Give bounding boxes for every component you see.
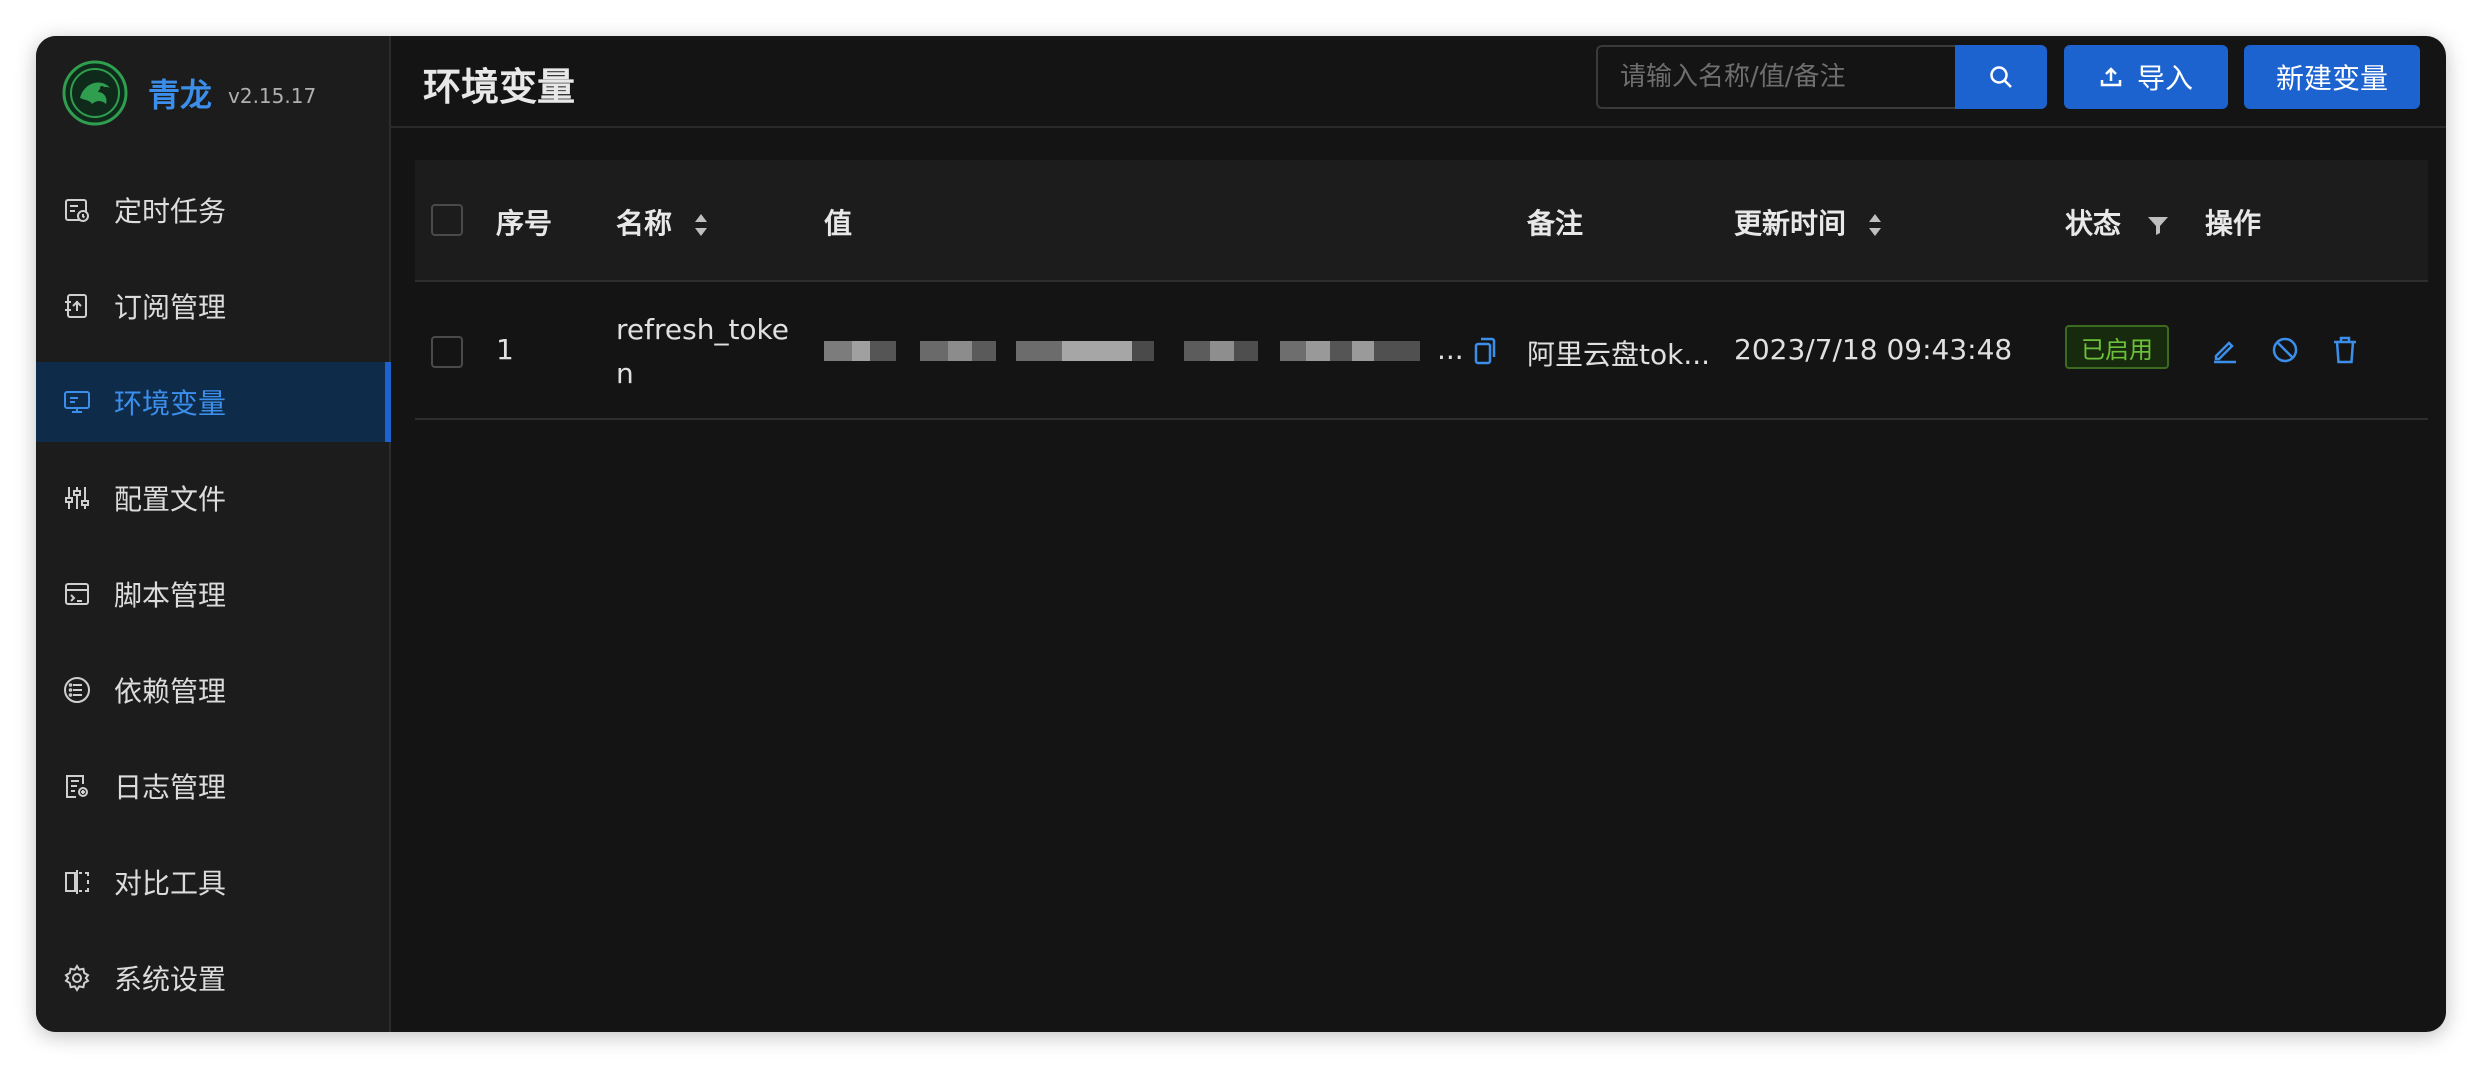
value-ellipsis: ... xyxy=(1437,333,1464,366)
sidebar-item-settings[interactable]: 系统设置 xyxy=(36,938,391,1018)
col-status[interactable]: 状态 xyxy=(2065,202,2169,242)
sidebar-item-label: 依赖管理 xyxy=(114,675,227,708)
sidebar-item-config[interactable]: 配置文件 xyxy=(36,458,391,538)
col-updated-label: 更新时间 xyxy=(1734,207,1847,240)
sidebar-item-label: 订阅管理 xyxy=(114,291,227,324)
gear-icon xyxy=(62,963,92,993)
sidebar-item-env[interactable]: 环境变量 xyxy=(36,362,391,442)
sliders-icon xyxy=(62,483,92,513)
row-checkbox[interactable] xyxy=(431,336,463,368)
col-status-label: 状态 xyxy=(2065,207,2122,240)
sidebar-item-label: 系统设置 xyxy=(114,963,227,996)
row-name: refresh_token xyxy=(616,313,789,390)
search-button[interactable] xyxy=(1955,45,2047,109)
environment-icon xyxy=(62,387,92,417)
edit-icon xyxy=(2214,341,2236,364)
page-title: 环境变量 xyxy=(423,65,576,109)
row-index: 1 xyxy=(496,333,514,366)
app-window: 青龙 v2.15.17 定时任务 订阅管理 环境变量 配置文件 脚本管理 依赖管… xyxy=(36,36,2446,1032)
col-value: 值 xyxy=(824,207,853,240)
col-name[interactable]: 名称 xyxy=(616,202,708,242)
import-label: 导入 xyxy=(2136,62,2193,95)
sidebar-item-diff[interactable]: 对比工具 xyxy=(36,842,391,922)
trash-icon xyxy=(2334,336,2356,364)
disable-icon xyxy=(2272,337,2298,363)
search-icon xyxy=(1990,66,2012,88)
log-icon xyxy=(62,771,92,801)
row-remark: 阿里云盘tok... xyxy=(1527,338,1711,371)
sort-icon xyxy=(1868,214,1881,236)
edit-button[interactable] xyxy=(2205,330,2245,370)
sidebar-item-script[interactable]: 脚本管理 xyxy=(36,554,391,634)
page-header: 环境变量 导入 新建变量 xyxy=(391,36,2446,128)
env-table: 序号 名称 值 备注 更新时间 状态 操作 1 refresh_token ..… xyxy=(415,160,2428,420)
select-all-checkbox[interactable] xyxy=(431,204,463,236)
col-remark: 备注 xyxy=(1527,207,1584,240)
col-name-label: 名称 xyxy=(616,207,673,240)
copy-icon[interactable] xyxy=(1473,336,1497,373)
col-index: 序号 xyxy=(496,207,553,240)
sidebar-item-cron[interactable]: 定时任务 xyxy=(36,170,391,250)
schedule-icon xyxy=(62,195,92,225)
sidebar: 青龙 v2.15.17 定时任务 订阅管理 环境变量 配置文件 脚本管理 依赖管… xyxy=(36,36,391,1032)
sidebar-item-label: 日志管理 xyxy=(114,771,227,804)
app-name: 青龙 xyxy=(148,76,213,114)
sidebar-item-label: 对比工具 xyxy=(114,867,227,900)
upload-icon xyxy=(2099,65,2123,89)
sidebar-item-subscription[interactable]: 订阅管理 xyxy=(36,266,391,346)
table-header: 序号 名称 值 备注 更新时间 状态 操作 xyxy=(415,160,2428,282)
new-variable-button[interactable]: 新建变量 xyxy=(2244,45,2420,109)
qinglong-logo xyxy=(62,60,128,126)
sidebar-item-label: 配置文件 xyxy=(114,483,227,516)
import-button[interactable]: 导入 xyxy=(2064,45,2228,109)
search-input[interactable] xyxy=(1596,45,1956,109)
brand[interactable]: 青龙 v2.15.17 xyxy=(62,60,316,126)
sidebar-nav: 定时任务 订阅管理 环境变量 配置文件 脚本管理 依赖管理 日志管理 对比工具 … xyxy=(36,170,391,1032)
diff-icon xyxy=(62,867,92,897)
sidebar-item-label: 环境变量 xyxy=(114,387,227,420)
disable-button[interactable] xyxy=(2265,330,2305,370)
status-badge: 已启用 xyxy=(2065,325,2169,369)
delete-button[interactable] xyxy=(2325,330,2365,370)
row-value-redacted[interactable] xyxy=(824,333,1454,371)
col-actions: 操作 xyxy=(2205,207,2262,240)
list-icon xyxy=(62,675,92,705)
sidebar-item-log[interactable]: 日志管理 xyxy=(36,746,391,826)
sidebar-item-label: 脚本管理 xyxy=(114,579,227,612)
sidebar-item-label: 定时任务 xyxy=(114,195,227,228)
sort-icon xyxy=(694,214,707,236)
main-content: 环境变量 导入 新建变量 序号 名称 值 备注 xyxy=(391,36,2446,1032)
subscription-icon xyxy=(62,291,92,321)
sidebar-item-dependency[interactable]: 依赖管理 xyxy=(36,650,391,730)
app-version: v2.15.17 xyxy=(228,84,317,108)
table-row: 1 refresh_token ... 阿里云盘tok... 2023/7/18… xyxy=(415,282,2428,420)
script-icon xyxy=(62,579,92,609)
col-updated[interactable]: 更新时间 xyxy=(1734,202,1882,242)
row-updated: 2023/7/18 09:43:48 xyxy=(1734,333,2013,366)
filter-icon xyxy=(2147,217,2168,235)
